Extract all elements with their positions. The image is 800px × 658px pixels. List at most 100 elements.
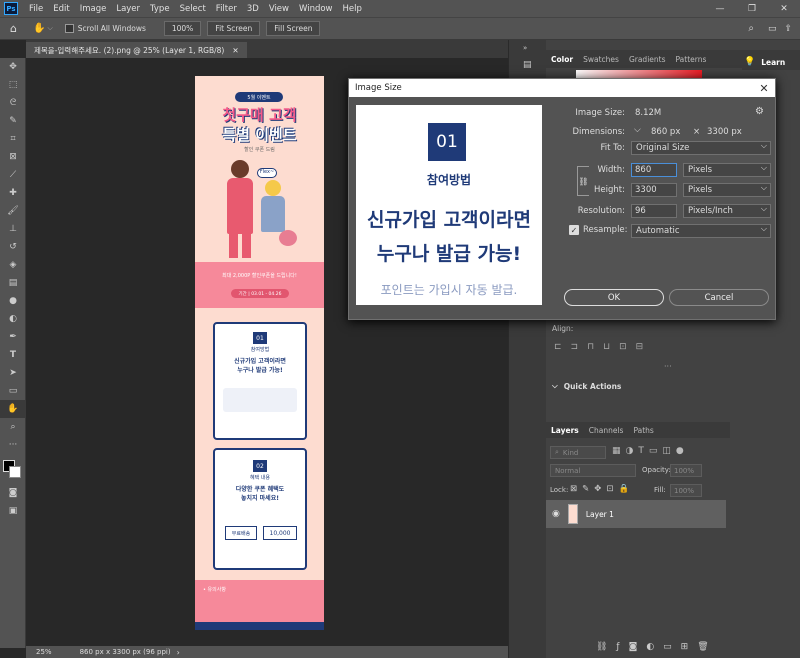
- width-input[interactable]: 860: [631, 163, 677, 177]
- close-window-icon[interactable]: ✕: [768, 4, 800, 14]
- zoom-tool-icon[interactable]: ⌕: [0, 418, 26, 436]
- more-options-icon[interactable]: ···: [664, 362, 672, 371]
- close-tab-icon[interactable]: ✕: [232, 46, 238, 55]
- history-brush-tool-icon[interactable]: ↺: [0, 238, 26, 256]
- close-icon[interactable]: ✕: [753, 82, 775, 95]
- marquee-tool-icon[interactable]: ⬚: [0, 76, 26, 94]
- settings-gear-icon[interactable]: ⚙: [755, 106, 764, 117]
- layer-filter-icons[interactable]: ▦◑T▭◫●: [612, 446, 689, 456]
- height-unit-select[interactable]: Pixels: [683, 183, 771, 197]
- align-icons[interactable]: ⊏⊐⊓⊔⊡⊟: [554, 342, 652, 352]
- menu-layer[interactable]: Layer: [111, 4, 145, 14]
- tab-swatches[interactable]: Swatches: [578, 55, 624, 64]
- scroll-all-label: Scroll All Windows: [77, 24, 146, 33]
- eraser-tool-icon[interactable]: ◈: [0, 256, 26, 274]
- align-label: Align:: [552, 324, 574, 333]
- cancel-button[interactable]: Cancel: [669, 289, 769, 306]
- collapse-icon[interactable]: »: [523, 44, 527, 52]
- eyedropper-tool-icon[interactable]: ⟋: [0, 166, 26, 184]
- frame-tool-icon[interactable]: ⊠: [0, 148, 26, 166]
- crop-tool-icon[interactable]: ⌗: [0, 130, 26, 148]
- menu-help[interactable]: Help: [338, 4, 367, 14]
- opacity-input[interactable]: 100%: [670, 464, 702, 477]
- lock-icons[interactable]: ⊠✎✥⊡🔒: [570, 484, 634, 494]
- learn-tab[interactable]: 💡 Learn: [742, 54, 800, 70]
- chevron-down-icon: ⌵: [552, 381, 558, 390]
- brush-tool-icon[interactable]: 🖌: [0, 202, 26, 220]
- lasso-tool-icon[interactable]: ᘓ: [0, 94, 26, 112]
- menu-type[interactable]: Type: [145, 4, 175, 14]
- clone-stamp-tool-icon[interactable]: ⊥: [0, 220, 26, 238]
- pen-tool-icon[interactable]: ✒: [0, 328, 26, 346]
- minimize-icon[interactable]: —: [704, 4, 736, 14]
- resample-select[interactable]: Automatic: [631, 224, 771, 238]
- learn-label: Learn: [761, 57, 786, 67]
- home-icon[interactable]: ⌂: [10, 22, 17, 35]
- menu-window[interactable]: Window: [294, 4, 338, 14]
- menu-image[interactable]: Image: [75, 4, 112, 14]
- layer-actions-icons[interactable]: ⛓ƒ◙◐▭⊞🗑: [596, 642, 718, 652]
- background-color-swatch[interactable]: [9, 466, 21, 478]
- move-tool-icon[interactable]: ✥: [0, 58, 26, 76]
- fill-screen-button[interactable]: Fill Screen: [266, 21, 321, 36]
- zoom-100-button[interactable]: 100%: [163, 21, 202, 36]
- tab-paths[interactable]: Paths: [628, 426, 658, 435]
- color-swatches[interactable]: [0, 454, 25, 484]
- quick-mask-icon[interactable]: ◙: [0, 484, 26, 502]
- quick-actions-header[interactable]: ⌵ Quick Actions: [546, 378, 730, 394]
- menu-file[interactable]: File: [24, 4, 48, 14]
- document-canvas[interactable]: 5월 이벤트 첫구매 고객 특별 이벤트 할인 쿠폰 드림 Flex~ 최대 2…: [195, 76, 324, 630]
- tab-layers[interactable]: Layers: [546, 426, 584, 435]
- menu-3d[interactable]: 3D: [242, 4, 264, 14]
- layer-row[interactable]: ◉ Layer 1: [546, 500, 726, 528]
- resample-checkbox[interactable]: ✓: [569, 225, 579, 235]
- hand-tool-icon[interactable]: ✋: [33, 23, 45, 34]
- screen-mode-icon[interactable]: ▣: [0, 502, 26, 520]
- search-icon[interactable]: ⌕: [748, 23, 754, 34]
- gradient-tool-icon[interactable]: ▤: [0, 274, 26, 292]
- menu-select[interactable]: Select: [175, 4, 211, 14]
- blur-tool-icon[interactable]: ●: [0, 292, 26, 310]
- type-tool-icon[interactable]: T: [0, 346, 26, 364]
- history-icon[interactable]: ▤: [523, 60, 532, 70]
- tab-color[interactable]: Color: [546, 55, 578, 64]
- status-zoom[interactable]: 25%: [36, 648, 52, 656]
- healing-brush-tool-icon[interactable]: ✚: [0, 184, 26, 202]
- fit-to-select[interactable]: Original Size: [631, 141, 771, 155]
- menu-view[interactable]: View: [264, 4, 294, 14]
- restore-icon[interactable]: ❐: [736, 4, 768, 14]
- menu-filter[interactable]: Filter: [211, 4, 242, 14]
- dimensions-chevron-icon[interactable]: ⌵: [634, 125, 641, 135]
- tab-channels[interactable]: Channels: [584, 426, 629, 435]
- eye-icon[interactable]: ◉: [552, 509, 560, 519]
- path-selection-tool-icon[interactable]: ➤: [0, 364, 26, 382]
- document-tab[interactable]: 제목을-입력해주세요. (2).png @ 25% (Layer 1, RGB/…: [26, 42, 247, 58]
- dodge-tool-icon[interactable]: ◐: [0, 310, 26, 328]
- menu-edit[interactable]: Edit: [48, 4, 74, 14]
- preview-badge: 01: [428, 123, 466, 161]
- resolution-unit-select[interactable]: Pixels/Inch: [683, 204, 771, 218]
- checkbox-box[interactable]: [64, 24, 74, 33]
- share-icon[interactable]: ⇪: [784, 24, 792, 34]
- hand-tool-icon[interactable]: ✋: [0, 400, 26, 418]
- tab-patterns[interactable]: Patterns: [671, 55, 712, 64]
- status-info[interactable]: 860 px x 3300 px (96 ppi): [80, 648, 171, 656]
- workspace-icon[interactable]: ▭: [768, 24, 777, 34]
- chevron-down-icon[interactable]: ⌵: [47, 24, 52, 33]
- fill-input[interactable]: 100%: [670, 484, 702, 497]
- tab-gradients[interactable]: Gradients: [624, 55, 671, 64]
- height-input[interactable]: 3300: [631, 183, 677, 197]
- dialog-preview[interactable]: 01 참여방법 신규가입 고객이라면 누구나 발급 가능! 포인트는 가입시 자…: [356, 105, 542, 305]
- fit-screen-button[interactable]: Fit Screen: [207, 21, 261, 36]
- width-unit-select[interactable]: Pixels: [683, 163, 771, 177]
- blend-mode-select[interactable]: Normal: [550, 464, 636, 477]
- shape-tool-icon[interactable]: ▭: [0, 382, 26, 400]
- ok-button[interactable]: OK: [564, 289, 664, 306]
- resolution-input[interactable]: 96: [631, 204, 677, 218]
- layer-filter-kind[interactable]: ⌕ Kind: [550, 446, 606, 459]
- quick-selection-tool-icon[interactable]: ✎: [0, 112, 26, 130]
- status-arrow-icon[interactable]: ›: [177, 648, 180, 657]
- scroll-all-windows-checkbox[interactable]: Scroll All Windows: [64, 24, 146, 33]
- image-size-label: Image Size:: [575, 108, 625, 118]
- more-tools-icon[interactable]: ···: [0, 436, 26, 454]
